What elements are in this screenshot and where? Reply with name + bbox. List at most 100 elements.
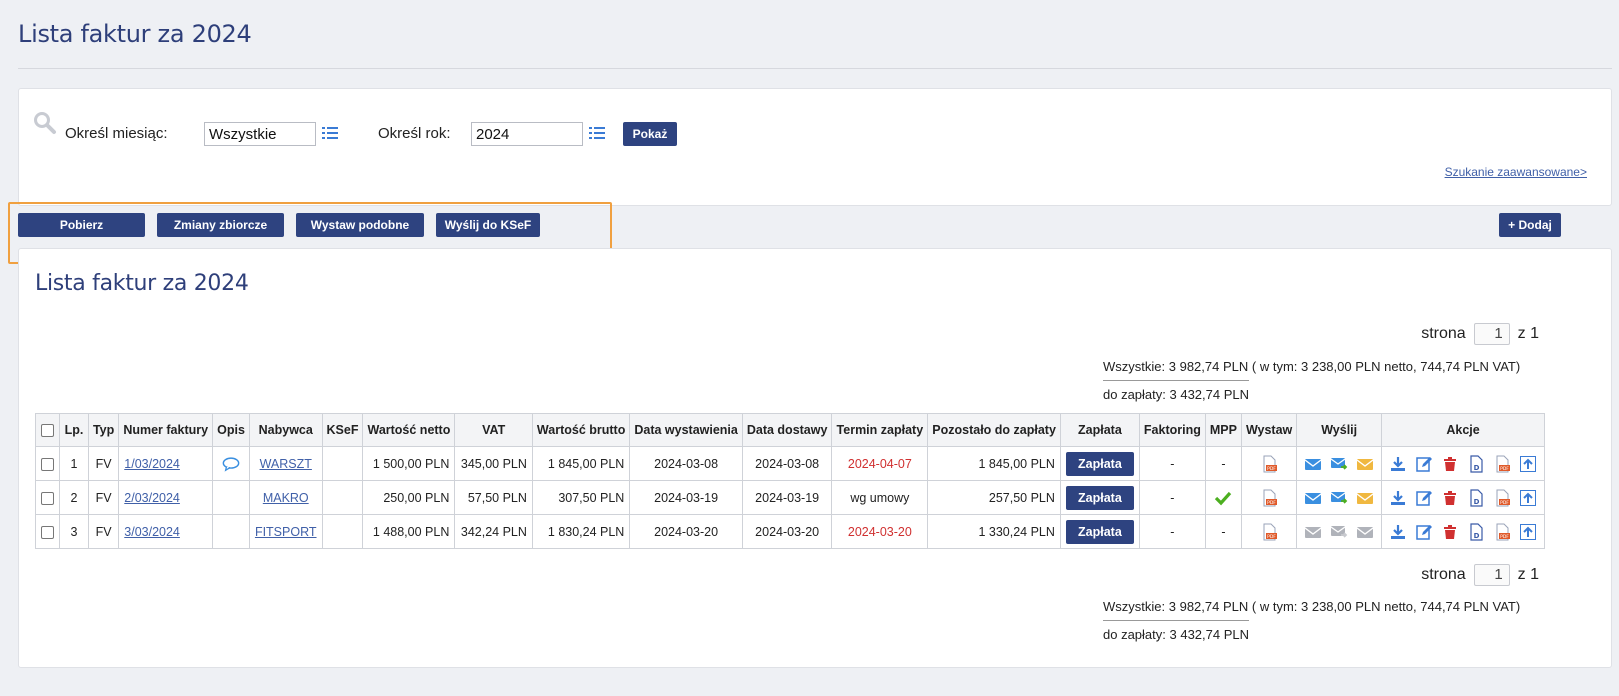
- cell-lp: 1: [59, 446, 89, 481]
- comment-icon[interactable]: [222, 456, 240, 472]
- cell-faktoring: -: [1138, 480, 1206, 515]
- email-send-icon[interactable]: [1330, 489, 1348, 507]
- cell-akcje: D PDF: [1381, 480, 1545, 515]
- edit-icon[interactable]: [1415, 523, 1433, 541]
- col-netto[interactable]: Wartość netto: [362, 413, 456, 447]
- invoice-number-link[interactable]: 2/03/2024: [124, 491, 180, 505]
- pdf-icon[interactable]: PDF: [1493, 489, 1511, 507]
- pay-button[interactable]: Zapłata: [1065, 519, 1134, 544]
- row-checkbox[interactable]: [41, 525, 54, 539]
- col-data-dostawy[interactable]: Data dostawy: [741, 413, 833, 447]
- buyer-link[interactable]: MAKRO: [263, 491, 309, 505]
- buyer-link[interactable]: WARSZT: [260, 457, 312, 471]
- row-select[interactable]: [35, 480, 60, 515]
- email-icon[interactable]: [1304, 523, 1322, 541]
- pdf-icon[interactable]: PDF: [1493, 455, 1511, 473]
- pdf-ksef-icon[interactable]: PDF: [1260, 523, 1278, 540]
- edit-icon[interactable]: [1415, 489, 1433, 507]
- col-data-wystawienia[interactable]: Data wystawienia: [629, 413, 743, 447]
- download-button[interactable]: Pobierz: [18, 213, 145, 237]
- delete-icon[interactable]: [1441, 489, 1459, 507]
- cell-brutto: 307,50 PLN: [531, 480, 631, 515]
- duplicate-icon[interactable]: D: [1467, 454, 1485, 473]
- cell-wyslij: [1296, 446, 1383, 481]
- edit-icon[interactable]: [1415, 455, 1433, 473]
- col-vat[interactable]: VAT: [454, 413, 533, 447]
- cell-ksef: [321, 514, 364, 549]
- email-reminder-icon[interactable]: [1356, 489, 1374, 507]
- pdf-ksef-icon[interactable]: PDF: [1260, 489, 1278, 506]
- cell-numer: 1/03/2024: [118, 446, 214, 481]
- pay-button[interactable]: Zapłata: [1065, 485, 1134, 510]
- totals-all-value: 3 982,74 PLN: [1168, 599, 1249, 614]
- col-brutto[interactable]: Wartość brutto: [531, 413, 631, 447]
- month-list-icon[interactable]: [322, 126, 338, 143]
- select-all-header[interactable]: [35, 413, 60, 447]
- cell-numer: 2/03/2024: [118, 480, 214, 515]
- cell-data-wystawienia: 2024-03-19: [629, 480, 743, 515]
- cell-termin: 2024-04-07: [831, 446, 929, 481]
- bulk-changes-button[interactable]: Zmiany zbiorcze: [157, 213, 284, 237]
- email-send-icon[interactable]: [1330, 523, 1348, 541]
- add-invoice-button[interactable]: + Dodaj: [1499, 213, 1561, 237]
- pay-button[interactable]: Zapłata: [1065, 451, 1134, 476]
- pdf-ksef-icon[interactable]: PDF: [1260, 455, 1278, 472]
- cell-netto: 1 488,00 PLN: [362, 514, 456, 549]
- email-reminder-icon[interactable]: [1356, 523, 1374, 541]
- cell-pozostalo: 257,50 PLN: [927, 480, 1061, 515]
- row-checkbox[interactable]: [41, 491, 54, 505]
- invoice-number-link[interactable]: 3/03/2024: [124, 525, 180, 539]
- totals-all-label: Wszystkie:: [1103, 599, 1166, 614]
- upload-icon[interactable]: [1519, 523, 1537, 541]
- send-ksef-button[interactable]: Wyślij do KSeF: [436, 213, 540, 237]
- email-reminder-icon[interactable]: [1356, 455, 1374, 473]
- buyer-link[interactable]: FITSPORT: [255, 525, 317, 539]
- cell-lp: 3: [59, 514, 89, 549]
- col-wyslij: Wyślij: [1296, 413, 1383, 447]
- delete-icon[interactable]: [1441, 523, 1459, 541]
- col-lp: Lp.: [59, 413, 89, 447]
- svg-text:PDF: PDF: [1267, 500, 1276, 506]
- cell-data-wystawienia: 2024-03-08: [629, 446, 743, 481]
- svg-text:D: D: [1474, 532, 1480, 540]
- row-select[interactable]: [35, 514, 60, 549]
- upload-icon[interactable]: [1519, 455, 1537, 473]
- issue-similar-button[interactable]: Wystaw podobne: [296, 213, 424, 237]
- pdf-icon[interactable]: PDF: [1493, 523, 1511, 541]
- cell-typ: FV: [87, 480, 120, 515]
- cell-faktoring: -: [1138, 446, 1206, 481]
- email-send-icon[interactable]: [1330, 455, 1348, 473]
- pager-of: z 1: [1517, 566, 1539, 583]
- email-icon[interactable]: [1304, 489, 1322, 507]
- select-all-checkbox[interactable]: [41, 424, 54, 438]
- cell-akcje: D PDF: [1381, 514, 1545, 549]
- delete-icon[interactable]: [1441, 455, 1459, 473]
- upload-icon[interactable]: [1519, 489, 1537, 507]
- cell-brutto: 1 830,24 PLN: [531, 514, 631, 549]
- cell-akcje: D PDF: [1381, 446, 1545, 481]
- download-icon[interactable]: [1389, 523, 1407, 541]
- download-icon[interactable]: [1389, 489, 1407, 507]
- col-nabywca[interactable]: Nabywca: [248, 413, 323, 447]
- col-pozostalo[interactable]: Pozostało do zapłaty: [927, 413, 1061, 447]
- cell-opis[interactable]: [212, 446, 250, 481]
- year-input[interactable]: [471, 122, 583, 146]
- email-icon[interactable]: [1304, 455, 1322, 473]
- show-button[interactable]: Pokaż: [623, 122, 677, 146]
- row-select[interactable]: [35, 446, 60, 481]
- year-list-icon[interactable]: [589, 126, 605, 143]
- invoice-number-link[interactable]: 1/03/2024: [124, 457, 180, 471]
- svg-text:D: D: [1474, 464, 1480, 472]
- download-icon[interactable]: [1389, 455, 1407, 473]
- row-checkbox[interactable]: [41, 457, 54, 471]
- advanced-search-link[interactable]: Szukanie zaawansowane>: [1445, 165, 1587, 179]
- duplicate-icon[interactable]: D: [1467, 522, 1485, 541]
- col-numer[interactable]: Numer faktury: [118, 413, 214, 447]
- duplicate-icon[interactable]: D: [1467, 488, 1485, 507]
- col-termin[interactable]: Termin zapłaty: [831, 413, 929, 447]
- page-input[interactable]: 1: [1473, 564, 1510, 586]
- cell-mpp: -: [1204, 514, 1242, 549]
- page-input[interactable]: 1: [1473, 323, 1510, 345]
- invoice-list-panel: Lista faktur za 2024 strona 1 z 1 Wszyst…: [18, 248, 1612, 668]
- month-input[interactable]: [204, 122, 316, 146]
